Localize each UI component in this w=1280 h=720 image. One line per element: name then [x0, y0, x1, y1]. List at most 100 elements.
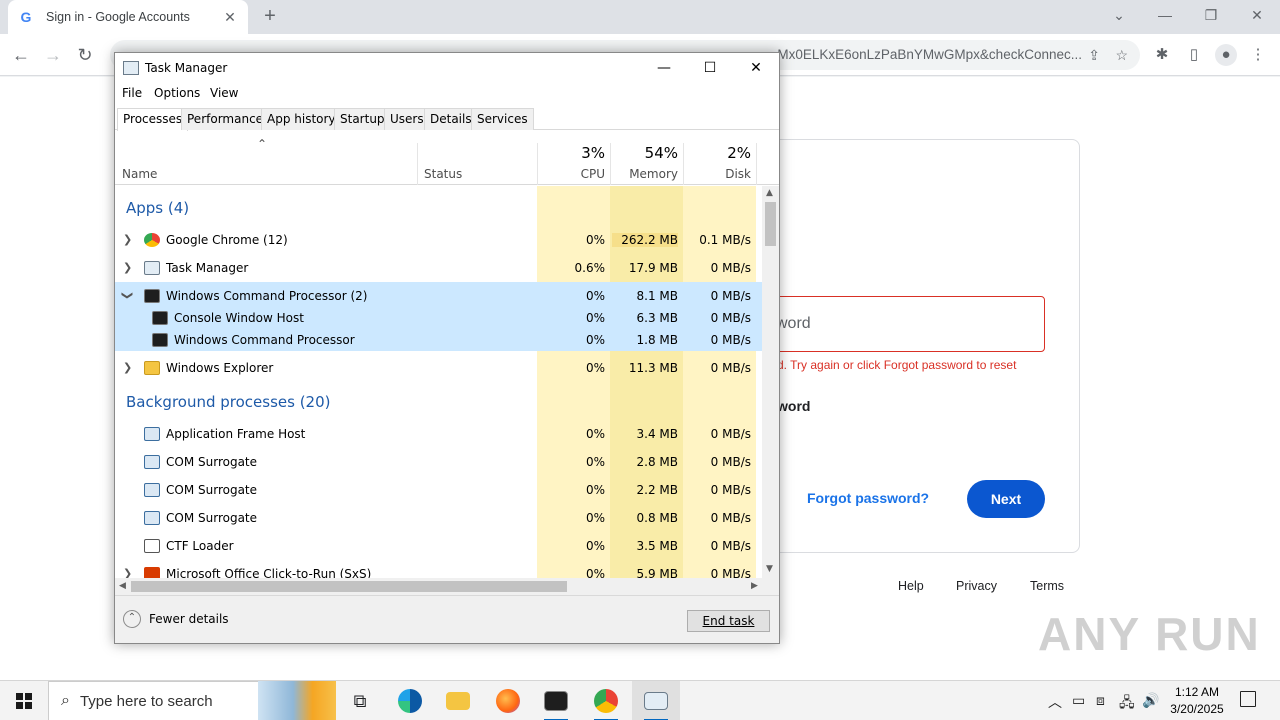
expand-chevron-icon[interactable]: ❯ — [123, 261, 132, 274]
expand-chevron-icon[interactable]: ❯ — [123, 361, 132, 374]
column-status[interactable]: Status — [424, 167, 462, 181]
footer-privacy-link[interactable]: Privacy — [956, 579, 997, 593]
chevron-up-icon: ⌃ — [123, 610, 141, 628]
menu-file[interactable]: File — [122, 86, 142, 100]
task-view-button[interactable]: ⧉ — [336, 681, 384, 720]
device-icon[interactable]: ⧈ — [1096, 692, 1105, 709]
extensions-puzzle-icon[interactable]: ✱ — [1151, 44, 1173, 66]
expand-chevron-icon[interactable]: ❯ — [123, 567, 132, 578]
task-manager-window: Task Manager — ☐ ✕ File Options View Pro… — [114, 52, 780, 644]
disk-value: 0 MB/s — [710, 289, 751, 303]
footer-help-link[interactable]: Help — [898, 579, 924, 593]
process-row-explorer[interactable]: ❯ Windows Explorer 0% 11.3 MB 0 MB/s — [115, 354, 762, 382]
restore-icon[interactable]: ❐ — [1188, 0, 1234, 30]
menu-view[interactable]: View — [210, 86, 238, 100]
taskbar-command-prompt[interactable] — [532, 681, 580, 720]
tablet-icon[interactable]: ▭ — [1072, 692, 1085, 709]
new-tab-button[interactable]: + — [258, 4, 282, 28]
signin-card: sword d. Try again or click Forgot passw… — [740, 139, 1080, 553]
disk-value: 0.1 MB/s — [699, 233, 751, 247]
tab-search-icon[interactable]: ⌄ — [1096, 0, 1142, 30]
task-manager-titlebar[interactable]: Task Manager — ☐ ✕ — [115, 53, 779, 83]
notification-center-icon[interactable] — [1240, 691, 1256, 707]
footer-terms-link[interactable]: Terms — [1030, 579, 1064, 593]
scroll-left-icon[interactable]: ◀ — [119, 581, 126, 591]
disk-value: 0 MB/s — [710, 311, 751, 325]
process-row-ctf-loader[interactable]: CTF Loader 0% 3.5 MB 0 MB/s — [115, 532, 762, 560]
system-clock[interactable]: 1:12 AM 3/20/2025 — [1158, 684, 1236, 718]
network-icon[interactable]: 🖧 — [1119, 692, 1135, 716]
back-icon[interactable]: ← — [8, 42, 34, 68]
end-task-button[interactable]: End task — [687, 610, 770, 632]
taskbar-task-manager[interactable] — [632, 681, 680, 720]
profile-avatar-icon[interactable]: ● — [1215, 44, 1237, 66]
minimize-icon[interactable]: — — [641, 53, 687, 83]
fewer-details-button[interactable]: ⌃ Fewer details — [123, 610, 229, 628]
close-window-icon[interactable]: ✕ — [1234, 0, 1280, 30]
task-manager-footer: ⌃ Fewer details End task — [115, 595, 779, 643]
cpu-value: 0% — [585, 311, 605, 325]
forgot-password-link[interactable]: Forgot password? — [807, 490, 929, 506]
column-memory[interactable]: Memory — [612, 167, 678, 181]
menu-options[interactable]: Options — [154, 86, 200, 100]
share-icon[interactable]: ⇪ — [1088, 40, 1100, 70]
process-name: CTF Loader — [166, 539, 234, 553]
process-row-cmd-group[interactable]: ❯ Windows Command Processor (2) 0% 8.1 M… — [115, 282, 762, 310]
close-icon[interactable]: ✕ — [733, 53, 779, 83]
scroll-thumb[interactable] — [765, 202, 776, 246]
tab-processes[interactable]: Processes — [117, 108, 189, 131]
process-row-conhost[interactable]: Console Window Host 0% 6.3 MB 0 MB/s — [115, 307, 762, 329]
minimize-icon[interactable]: — — [1142, 0, 1188, 30]
scroll-thumb[interactable] — [131, 581, 567, 592]
close-tab-icon[interactable]: ✕ — [222, 9, 238, 26]
process-row-chrome[interactable]: ❯ Google Chrome (12) 0% 262.2 MB 0.1 MB/… — [115, 226, 762, 254]
taskbar-file-explorer[interactable] — [434, 681, 482, 720]
browser-tab[interactable]: G Sign in - Google Accounts ✕ — [8, 0, 248, 34]
column-name[interactable]: Name — [122, 167, 157, 181]
next-button[interactable]: Next — [967, 480, 1045, 518]
tab-details[interactable]: Details — [424, 108, 478, 130]
password-input[interactable]: sword — [741, 296, 1045, 352]
start-button[interactable] — [0, 681, 48, 720]
vertical-scrollbar[interactable]: ▲ ▼ — [762, 186, 779, 578]
column-cpu[interactable]: CPU — [539, 167, 605, 181]
disk-value: 0 MB/s — [710, 361, 751, 375]
menu-bar: File Options View — [115, 83, 779, 105]
process-row-com-surrogate[interactable]: COM Surrogate 0% 0.8 MB 0 MB/s — [115, 504, 762, 532]
collapse-chevron-icon[interactable]: ❯ — [121, 291, 134, 300]
taskbar-firefox[interactable] — [484, 681, 532, 720]
volume-icon[interactable]: 🔊 — [1142, 692, 1159, 709]
process-row-com-surrogate[interactable]: COM Surrogate 0% 2.8 MB 0 MB/s — [115, 448, 762, 476]
tab-startup[interactable]: Startup — [334, 108, 391, 130]
horizontal-scrollbar[interactable]: ◀ ▶ — [115, 578, 779, 595]
reload-icon[interactable]: ↻ — [72, 42, 98, 68]
scroll-right-icon[interactable]: ▶ — [751, 581, 758, 591]
show-hidden-icons-chevron-icon[interactable]: ︿ — [1048, 692, 1062, 712]
expand-chevron-icon[interactable]: ❯ — [123, 233, 132, 246]
process-row-app-frame-host[interactable]: Application Frame Host 0% 3.4 MB 0 MB/s — [115, 420, 762, 448]
tab-performance[interactable]: Performance — [181, 108, 270, 130]
folder-icon — [144, 361, 160, 375]
scroll-up-icon[interactable]: ▲ — [766, 188, 773, 198]
forward-icon[interactable]: → — [40, 42, 66, 68]
side-panel-icon[interactable]: ▯ — [1183, 44, 1205, 66]
kebab-menu-icon[interactable]: ⋮ — [1247, 44, 1269, 66]
process-row-com-surrogate[interactable]: COM Surrogate 0% 2.2 MB 0 MB/s — [115, 476, 762, 504]
column-disk[interactable]: Disk — [685, 167, 751, 181]
taskbar-edge[interactable] — [386, 681, 434, 720]
maximize-icon[interactable]: ☐ — [687, 53, 733, 83]
tab-app-history[interactable]: App history — [261, 108, 342, 130]
tab-users[interactable]: Users — [384, 108, 430, 130]
process-row-task-manager[interactable]: ❯ Task Manager 0.6% 17.9 MB 0 MB/s — [115, 254, 762, 282]
tab-services[interactable]: Services — [471, 108, 534, 130]
disk-value: 0 MB/s — [710, 427, 751, 441]
disk-value: 0 MB/s — [710, 483, 751, 497]
bookmark-star-icon[interactable]: ☆ — [1115, 40, 1128, 70]
process-row-office-click-to-run[interactable]: ❯ Microsoft Office Click-to-Run (SxS) 0%… — [115, 560, 762, 578]
process-row-cmd[interactable]: Windows Command Processor 0% 1.8 MB 0 MB… — [115, 329, 762, 351]
memory-value: 1.8 MB — [636, 333, 678, 347]
taskbar-chrome[interactable] — [582, 681, 630, 720]
show-password-label[interactable]: word — [777, 398, 810, 414]
scroll-down-icon[interactable]: ▼ — [766, 564, 773, 574]
ctf-loader-pen-icon — [144, 539, 160, 553]
